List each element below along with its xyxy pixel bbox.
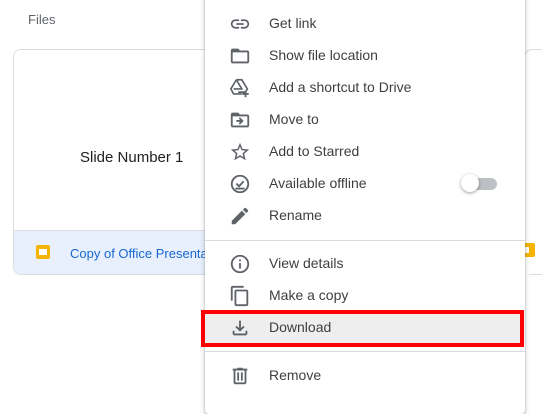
toggle-thumb[interactable] <box>461 174 479 192</box>
menu-item-label: Make a copy <box>269 287 349 303</box>
offline-icon <box>229 173 251 195</box>
menu-item-move-to[interactable]: Move to <box>205 103 525 135</box>
download-highlight-annotation <box>201 310 524 347</box>
menu-item-label: Get link <box>269 15 317 31</box>
menu-divider <box>205 351 525 352</box>
menu-item-label: Move to <box>269 111 319 127</box>
menu-item-label: View details <box>269 255 344 271</box>
menu-item-view-details[interactable]: View details <box>205 247 525 279</box>
menu-item-add-to-starred[interactable]: Add to Starred <box>205 135 525 167</box>
menu-item-label: Remove <box>269 367 322 383</box>
move-to-icon <box>229 109 251 131</box>
next-file-card-footer[interactable] <box>523 230 542 274</box>
info-icon <box>229 253 251 275</box>
menu-item-add-shortcut[interactable]: Add a shortcut to Drive <box>205 71 525 103</box>
menu-item-make-a-copy[interactable]: Make a copy <box>205 279 525 311</box>
menu-item-label: Add a shortcut to Drive <box>269 79 412 95</box>
next-file-card[interactable] <box>523 49 542 275</box>
offline-toggle[interactable] <box>461 174 497 192</box>
slides-icon <box>35 244 51 260</box>
menu-divider <box>205 240 525 241</box>
slide-thumbnail-text: Slide Number 1 <box>80 149 184 166</box>
trash-icon <box>229 365 251 387</box>
pencil-icon <box>229 205 251 227</box>
menu-item-label: Show file location <box>269 47 378 63</box>
file-name[interactable]: Copy of Office Presenta <box>70 246 208 261</box>
link-icon <box>229 13 251 35</box>
star-icon <box>229 141 251 163</box>
menu-item-label: Available offline <box>269 175 367 191</box>
context-menu: Get link Show file location Add a shortc… <box>205 0 525 414</box>
menu-item-show-file-location[interactable]: Show file location <box>205 39 525 71</box>
menu-item-rename[interactable]: Rename <box>205 199 525 231</box>
menu-item-label: Add to Starred <box>269 143 360 159</box>
folder-icon <box>229 45 251 67</box>
files-section-title: Files <box>28 12 56 27</box>
copy-icon <box>229 285 251 307</box>
menu-item-label: Rename <box>269 207 322 223</box>
menu-item-get-link[interactable]: Get link <box>205 7 525 39</box>
add-shortcut-icon <box>229 77 251 99</box>
menu-item-available-offline[interactable]: Available offline <box>205 167 525 199</box>
menu-item-remove[interactable]: Remove <box>205 359 525 391</box>
